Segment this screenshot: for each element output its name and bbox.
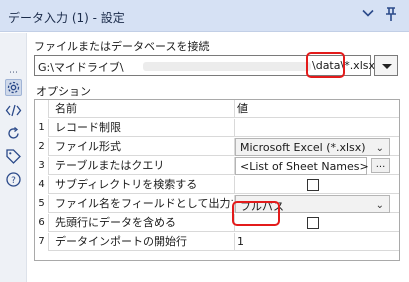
file-format-value: Microsoft Excel (*.xlsx) (240, 141, 366, 154)
row-number: 2 (35, 138, 49, 156)
path-redacted (143, 62, 311, 71)
header-num (35, 100, 49, 118)
window-title: データ入力 (1) - 設定 (8, 11, 125, 25)
table-row[interactable]: 7 データインポートの開始行 1 (35, 233, 399, 251)
dropdown-triangle-icon (382, 64, 392, 69)
row-number: 4 (35, 176, 49, 194)
row-number: 5 (35, 195, 49, 213)
table-row[interactable]: 3 テーブルまたはクエリ <List of Sheet Names> ... (35, 157, 399, 175)
row-number: 6 (35, 214, 49, 232)
highlight-xlsx (306, 52, 345, 78)
help-icon[interactable]: ? (5, 171, 22, 188)
row-number: 3 (35, 157, 49, 175)
refresh-icon[interactable] (5, 125, 22, 142)
options-grid: 名前 値 1 レコード制限 2 ファイル形式 Microsoft Excel (… (34, 99, 400, 261)
more-dots-icon[interactable]: ⋯ (9, 69, 18, 78)
sidebar: ⋯ ? (0, 33, 27, 282)
path-prefix: G:\マイドライブ\ (38, 61, 124, 74)
connection-label: ファイルまたはデータベースを接続 (34, 40, 210, 53)
table-row[interactable]: 6 先頭行にデータを含める (35, 214, 399, 232)
file-format-select[interactable]: Microsoft Excel (*.xlsx) ⌄ (235, 138, 390, 156)
record-limit-value[interactable] (237, 119, 399, 137)
table-row[interactable]: 2 ファイル形式 Microsoft Excel (*.xlsx) ⌄ (35, 138, 399, 156)
chevron-down-icon: ⌄ (375, 143, 384, 154)
row-name: 先頭行にデータを含める (55, 216, 176, 229)
title-bar: データ入力 (1) - 設定 (0, 0, 409, 32)
table-row[interactable]: 5 ファイル名をフィールドとして出力す フルパス ⌄ (35, 195, 399, 213)
connection-dropdown-button[interactable] (374, 55, 398, 76)
table-row[interactable]: 1 レコード制限 (35, 119, 399, 137)
row-name: ファイル名をフィールドとして出力す (55, 197, 233, 210)
row-name: サブディレクトリを検索する (55, 178, 198, 191)
row-name: レコード制限 (55, 121, 121, 134)
table-query-input[interactable]: <List of Sheet Names> (235, 157, 369, 175)
row-number: 1 (35, 119, 49, 137)
code-icon[interactable] (5, 102, 22, 119)
browse-button[interactable]: ... (371, 158, 390, 173)
chevron-down-icon[interactable] (361, 6, 375, 20)
table-row[interactable]: 4 サブディレクトリを検索する (35, 176, 399, 194)
row-name: テーブルまたはクエリ (55, 159, 165, 172)
pin-icon[interactable] (384, 6, 398, 22)
table-query-value: <List of Sheet Names> (240, 160, 369, 173)
tag-icon[interactable] (5, 148, 22, 165)
grid-header: 名前 値 (35, 100, 399, 118)
gear-icon[interactable] (5, 79, 22, 96)
chevron-down-icon: ⌄ (375, 200, 384, 211)
header-name: 名前 (55, 102, 77, 115)
header-value: 値 (237, 102, 248, 115)
row-name: データインポートの開始行 (55, 235, 187, 248)
svg-text:?: ? (11, 176, 16, 186)
highlight-fullpath (232, 201, 280, 226)
first-row-data-checkbox[interactable] (307, 217, 319, 229)
row-name: ファイル形式 (55, 140, 121, 153)
search-subdirs-checkbox[interactable] (307, 179, 319, 191)
start-row-value[interactable]: 1 (237, 233, 399, 251)
row-number: 7 (35, 233, 49, 251)
options-label: オプション (36, 85, 91, 98)
